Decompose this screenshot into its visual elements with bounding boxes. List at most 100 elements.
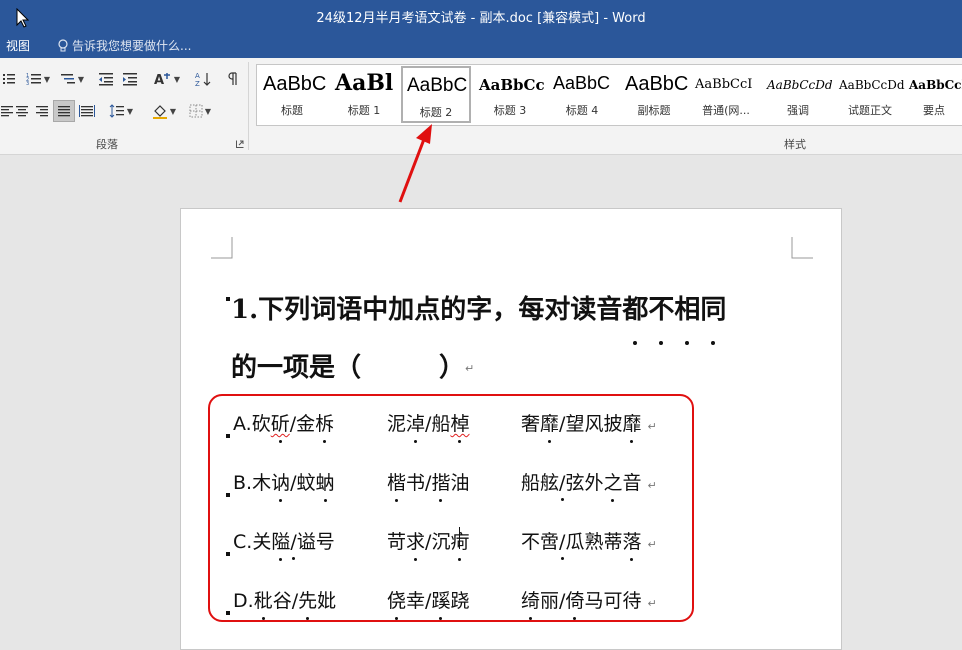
style-heading-3[interactable]: AaBbCc 标题 3	[475, 65, 545, 123]
borders-icon	[189, 104, 203, 118]
decrease-indent-icon	[99, 73, 113, 86]
char: 对	[544, 295, 571, 325]
margin-corner-top-left	[211, 237, 233, 259]
show-marks-button[interactable]	[224, 68, 242, 90]
svg-text:A: A	[154, 73, 164, 86]
bullets-icon	[3, 74, 15, 84]
style-heading-4[interactable]: AaBbC 标题 4	[547, 65, 617, 123]
emphasis-dot-char: 相	[674, 281, 700, 345]
show-marks-icon	[228, 72, 237, 85]
options-highlight-box	[208, 394, 694, 622]
style-sample: AaBbCcl	[909, 78, 962, 92]
char: 中	[362, 295, 389, 325]
multilevel-list-button[interactable]: ▼	[56, 68, 88, 90]
tell-me-box[interactable]: 告诉我您想要做什么...	[58, 37, 191, 54]
question-line-1: 1.下列词语中加点的字，每对读音都不相同	[231, 281, 811, 345]
center-button[interactable]	[12, 100, 32, 122]
numbering-button[interactable]: 1 2 3 ▼	[22, 68, 54, 90]
increase-indent-icon	[123, 73, 137, 86]
style-name: 要点	[923, 104, 945, 117]
distributed-button[interactable]	[76, 100, 98, 122]
style-sample: AaBbC	[407, 75, 468, 96]
style-heading-2[interactable]: AaBbC 标题 2	[401, 66, 471, 123]
svg-text:A: A	[195, 72, 200, 80]
styles-gallery: AaBbC 标题 AaBl 标题 1 AaBbC 标题 2 AaBbCc 标题 …	[256, 64, 962, 126]
char: 每	[518, 295, 545, 325]
style-sample: AaBbCcDd	[839, 78, 905, 92]
svg-text:3: 3	[26, 81, 29, 86]
style-sample: AaBbC	[553, 73, 611, 93]
style-sample: AaBbCcDd	[767, 78, 833, 92]
style-normal-web[interactable]: AaBbCcI 普通(网...	[691, 65, 761, 123]
center-icon	[16, 106, 28, 117]
char: 音	[596, 295, 623, 325]
style-question-body[interactable]: AaBbCcDd 试题正文	[835, 65, 905, 123]
question-line-2: 的一项是（ ）↵	[231, 353, 475, 383]
char: 列	[284, 295, 311, 325]
style-name: 标题	[281, 104, 303, 117]
style-heading-1[interactable]: AaBl 标题 1	[329, 65, 399, 123]
emphasis-dot-char: 都	[622, 281, 648, 345]
char: 下	[258, 295, 285, 325]
style-sample: AaBbC	[625, 73, 689, 95]
increase-indent-button[interactable]	[120, 68, 140, 90]
emphasis-dot-char: 不	[648, 281, 674, 345]
tell-me-text: 告诉我您想要做什么...	[72, 39, 192, 53]
char: .	[249, 295, 259, 325]
paragraph-group-label: 段落	[96, 138, 118, 151]
style-subtitle[interactable]: AaBbC 副标题	[619, 65, 689, 123]
align-right-button[interactable]	[32, 100, 52, 122]
style-name: 标题 4	[565, 104, 599, 117]
style-name: 试题正文	[848, 104, 892, 117]
ribbon-tab-row: 视图 告诉我您想要做什么...	[0, 32, 962, 58]
char: 的	[440, 295, 467, 325]
shading-button[interactable]: ▼	[148, 100, 180, 122]
style-key-point[interactable]: AaBbCcl 要点	[905, 65, 962, 123]
sort-icon: AZ	[195, 72, 211, 87]
style-name: 强调	[787, 104, 809, 117]
justify-button[interactable]	[53, 100, 75, 122]
char: 加	[388, 295, 415, 325]
char: 点	[414, 295, 441, 325]
line-spacing-button[interactable]: ▼	[106, 100, 136, 122]
line-spacing-icon	[109, 104, 124, 118]
chinese-layout-icon: A	[154, 73, 170, 86]
align-right-icon	[36, 106, 48, 117]
multilevel-list-icon	[60, 74, 75, 84]
bullets-button[interactable]	[0, 68, 18, 90]
char: 字	[466, 295, 493, 325]
decrease-indent-button[interactable]	[96, 68, 116, 90]
justify-icon	[58, 106, 70, 117]
chinese-layout-button[interactable]: A ▼	[150, 68, 184, 90]
title-bar: 24级12月半月考语文试卷 - 副本.doc [兼容模式] - Word	[0, 0, 962, 32]
style-title[interactable]: AaBbC 标题	[257, 65, 327, 123]
style-name: 标题 3	[493, 104, 527, 117]
style-sample: AaBbCc	[479, 76, 545, 94]
svg-text:Z: Z	[195, 80, 200, 87]
distributed-icon	[79, 105, 95, 117]
style-sample: AaBbC	[263, 73, 327, 95]
style-emphasis[interactable]: AaBbCcDd 强调	[763, 65, 833, 123]
style-sample: AaBl	[335, 70, 394, 96]
style-sample: AaBbCcI	[695, 77, 753, 92]
dialog-launcher-icon[interactable]	[236, 140, 244, 148]
style-name: 标题 2	[419, 106, 453, 119]
question-text[interactable]: 1.下列词语中加点的字，每对读音都不相同 的一项是（ ）↵	[231, 281, 811, 398]
numbering-icon: 123	[26, 73, 41, 86]
margin-corner-top-right	[791, 237, 813, 259]
window-title: 24级12月半月考语文试卷 - 副本.doc [兼容模式] - Word	[316, 11, 646, 26]
char: ，	[492, 295, 519, 325]
style-name: 普通(网...	[702, 104, 750, 117]
group-separator	[248, 62, 249, 150]
style-name: 副标题	[637, 104, 671, 117]
char: 1	[231, 295, 250, 325]
char: 语	[336, 295, 363, 325]
style-name: 标题 1	[347, 104, 381, 117]
borders-button[interactable]: ▼	[184, 100, 216, 122]
char: 词	[310, 295, 337, 325]
sort-button[interactable]: AZ	[192, 68, 214, 90]
char: 读	[570, 295, 597, 325]
tab-view[interactable]: 视图	[6, 37, 30, 54]
lightbulb-icon	[58, 39, 68, 52]
styles-group-label: 样式	[784, 138, 806, 151]
